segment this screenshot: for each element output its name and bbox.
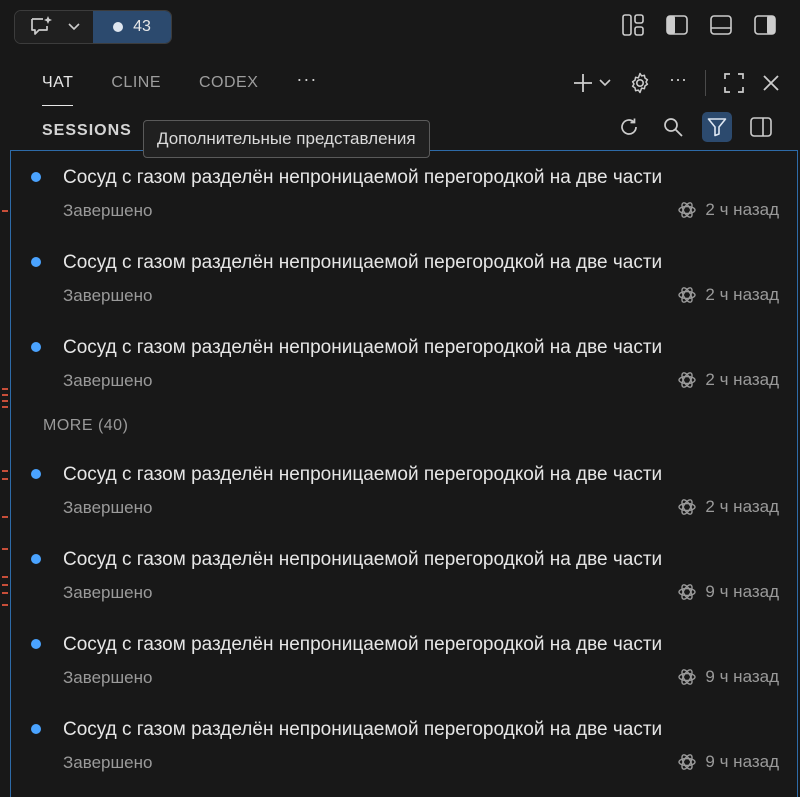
session-status: Завершено xyxy=(63,498,153,517)
status-dot-icon xyxy=(113,22,124,32)
chat-sparkle-icon xyxy=(28,15,54,39)
session-title: Сосуд с газом разделён непроницаемой пер… xyxy=(63,167,663,188)
tab-chat[interactable]: ЧАТ xyxy=(42,74,74,106)
chevron-down-icon xyxy=(68,23,80,31)
refresh-icon[interactable] xyxy=(614,112,644,142)
session-title: Сосуд с газом разделён непроницаемой пер… xyxy=(63,464,663,485)
pending-count: 43 xyxy=(133,18,151,35)
session-time: 9 ч назад xyxy=(705,752,779,771)
new-chat-button[interactable] xyxy=(573,73,611,93)
status-dot-icon xyxy=(31,554,41,564)
customize-layout-icon[interactable] xyxy=(620,12,646,38)
session-time: 9 ч назад xyxy=(705,667,779,686)
more-views-icon[interactable]: ··· xyxy=(296,69,317,90)
title-bar: 43 xyxy=(0,0,800,58)
session-time: 2 ч назад xyxy=(705,200,779,219)
chevron-down-icon xyxy=(599,79,611,87)
session-status: Завершено xyxy=(63,668,153,687)
session-status: Завершено xyxy=(63,371,153,390)
list-item[interactable]: Сосуд с газом разделён непроницаемой пер… xyxy=(11,533,797,617)
session-status: Завершено xyxy=(63,753,153,772)
status-dot-icon xyxy=(31,257,41,267)
divider xyxy=(705,70,706,96)
more-sessions-toggle[interactable]: MORE (40) xyxy=(43,417,128,435)
session-title: Сосуд с газом разделён непроницаемой пер… xyxy=(63,252,663,273)
status-dot-icon xyxy=(31,469,41,479)
status-dot-icon xyxy=(31,724,41,734)
session-time: 2 ч назад xyxy=(705,497,779,516)
session-time: 2 ч назад xyxy=(705,370,779,389)
toggle-panel-icon[interactable] xyxy=(708,12,734,38)
openai-icon xyxy=(678,669,697,685)
toggle-secondary-sidebar-icon[interactable] xyxy=(752,12,778,38)
openai-icon xyxy=(678,754,697,770)
maximize-icon[interactable] xyxy=(724,73,744,93)
session-title: Сосуд с газом разделён непроницаемой пер… xyxy=(63,719,663,740)
list-item[interactable]: Сосуд с газом разделён непроницаемой пер… xyxy=(11,703,797,787)
openai-icon xyxy=(678,287,697,303)
session-status: Завершено xyxy=(63,583,153,602)
list-item[interactable]: Сосуд с газом разделён непроницаемой пер… xyxy=(11,151,797,235)
tooltip: Дополнительные представления xyxy=(143,120,430,158)
list-item[interactable]: Сосуд с газом разделён непроницаемой пер… xyxy=(11,236,797,320)
sessions-title: SESSIONS xyxy=(42,122,132,139)
session-time: 2 ч назад xyxy=(705,285,779,304)
session-time: 9 ч назад xyxy=(705,582,779,601)
tab-codex[interactable]: CODEX xyxy=(199,74,258,92)
editor-gutter xyxy=(0,58,10,797)
openai-icon xyxy=(678,499,697,515)
session-status: Завершено xyxy=(63,286,153,305)
chat-menu-button[interactable] xyxy=(15,11,93,43)
search-icon[interactable] xyxy=(658,112,688,142)
status-dot-icon xyxy=(31,639,41,649)
session-status: Завершено xyxy=(63,201,153,220)
toggle-primary-sidebar-icon[interactable] xyxy=(664,12,690,38)
filter-icon[interactable] xyxy=(702,112,732,142)
settings-icon[interactable] xyxy=(629,72,651,94)
session-title: Сосуд с газом разделён непроницаемой пер… xyxy=(63,337,663,358)
openai-icon xyxy=(678,202,697,218)
toggle-sidebar-icon[interactable] xyxy=(746,112,776,142)
openai-icon xyxy=(678,372,697,388)
sessions-list: Сосуд с газом разделён непроницаемой пер… xyxy=(10,150,798,797)
session-title: Сосуд с газом разделён непроницаемой пер… xyxy=(63,634,663,655)
more-actions-icon[interactable]: ··· xyxy=(669,69,687,90)
panel-tabs: ЧАТ CLINE CODEX ··· ··· xyxy=(10,58,800,108)
plus-icon xyxy=(574,74,593,92)
list-item[interactable]: Сосуд с газом разделён непроницаемой пер… xyxy=(11,618,797,702)
session-title: Сосуд с газом разделён непроницаемой пер… xyxy=(63,549,663,570)
openai-icon xyxy=(678,584,697,600)
pending-count-button[interactable]: 43 xyxy=(93,11,171,43)
list-item[interactable]: Сосуд с газом разделён непроницаемой пер… xyxy=(11,321,797,405)
close-icon[interactable] xyxy=(762,74,780,92)
chat-control: 43 xyxy=(14,10,172,44)
list-item[interactable]: Сосуд с газом разделён непроницаемой пер… xyxy=(11,448,797,532)
status-dot-icon xyxy=(31,342,41,352)
tab-cline[interactable]: CLINE xyxy=(111,74,161,92)
status-dot-icon xyxy=(31,172,41,182)
